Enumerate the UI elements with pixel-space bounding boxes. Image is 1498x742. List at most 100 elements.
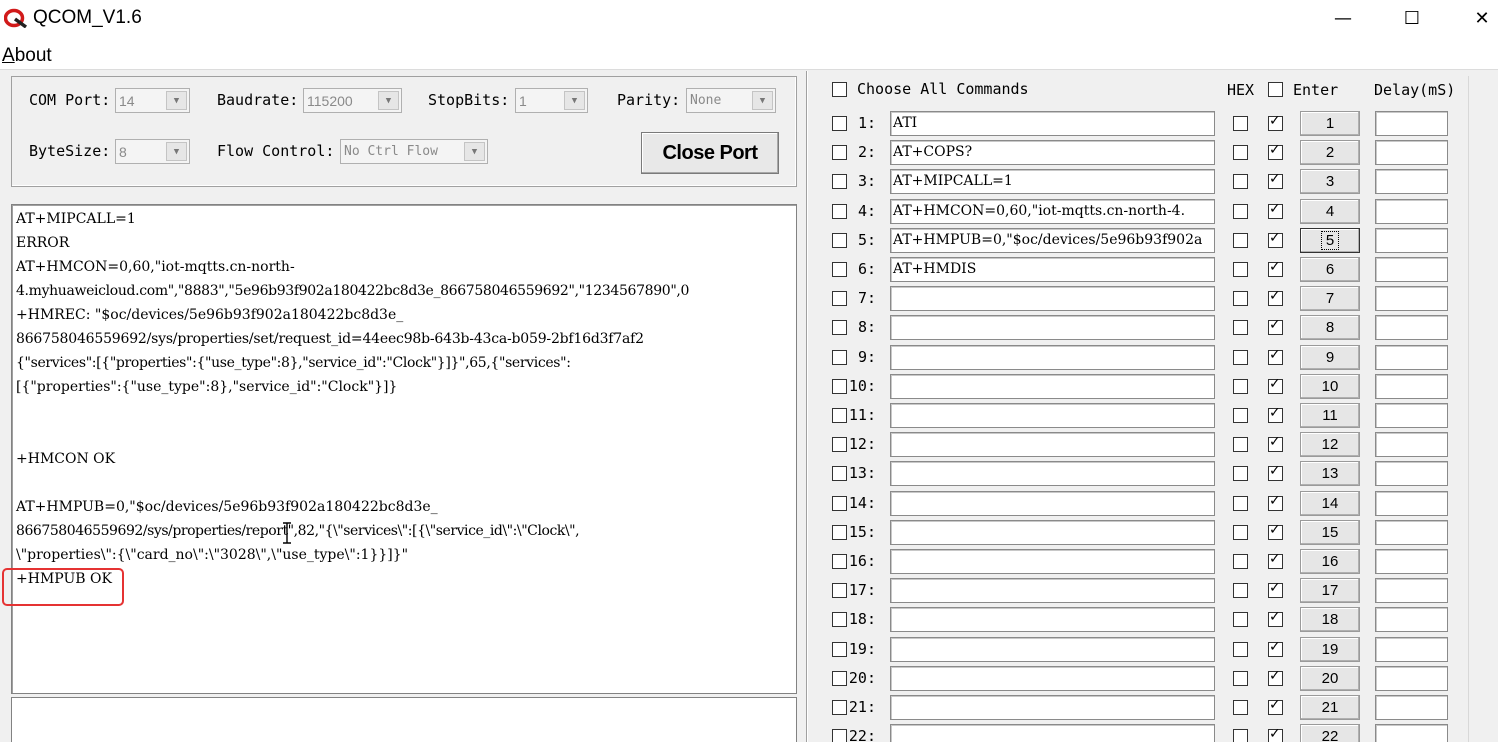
send-command-button[interactable]: 16 [1300, 549, 1360, 574]
delay-input[interactable] [1375, 374, 1448, 399]
command-text-input[interactable] [890, 432, 1215, 457]
delay-input[interactable] [1375, 724, 1448, 742]
send-command-button[interactable]: 10 [1300, 374, 1360, 399]
enter-checkbox[interactable] [1268, 580, 1283, 598]
send-command-button[interactable]: 8 [1300, 315, 1360, 340]
send-command-button[interactable]: 12 [1300, 432, 1360, 457]
command-text-input[interactable] [890, 637, 1215, 662]
delay-input[interactable] [1375, 491, 1448, 516]
command-text-input[interactable] [890, 724, 1215, 742]
send-command-button[interactable]: 2 [1300, 140, 1360, 165]
command-text-input[interactable] [890, 607, 1215, 632]
hex-checkbox[interactable] [1233, 642, 1248, 657]
enter-checkbox[interactable] [1268, 493, 1283, 511]
stopbits-select[interactable]: 1 ▼ [515, 88, 588, 113]
delay-input[interactable] [1375, 315, 1448, 340]
hex-checkbox[interactable] [1233, 525, 1248, 540]
minimize-button[interactable]: — [1320, 0, 1366, 36]
enter-checkbox[interactable] [1268, 405, 1283, 423]
command-text-input[interactable]: AT+HMCON=0,60,"iot-mqtts.cn-north-4. [890, 199, 1215, 224]
enter-all-checkbox[interactable] [1268, 82, 1283, 97]
delay-input[interactable] [1375, 345, 1448, 370]
hex-checkbox[interactable] [1233, 437, 1248, 452]
delay-input[interactable] [1375, 432, 1448, 457]
choose-all-checkbox[interactable] [832, 82, 847, 97]
hex-checkbox[interactable] [1233, 466, 1248, 481]
enter-checkbox[interactable] [1268, 668, 1283, 686]
send-command-button[interactable]: 21 [1300, 695, 1360, 720]
command-text-input[interactable]: AT+COPS? [890, 140, 1215, 165]
send-command-button[interactable]: 19 [1300, 637, 1360, 662]
command-text-input[interactable] [890, 549, 1215, 574]
enter-checkbox[interactable] [1268, 609, 1283, 627]
command-text-input[interactable] [890, 286, 1215, 311]
enter-checkbox[interactable] [1268, 639, 1283, 657]
command-text-input[interactable]: AT+MIPCALL=1 [890, 169, 1215, 194]
com-port-select[interactable]: 14 ▼ [115, 88, 190, 113]
close-window-button[interactable]: ✕ [1459, 0, 1498, 36]
enter-checkbox[interactable] [1268, 230, 1283, 248]
hex-checkbox[interactable] [1233, 554, 1248, 569]
command-text-input[interactable]: ATI [890, 111, 1215, 136]
send-command-button[interactable]: 20 [1300, 666, 1360, 691]
command-text-input[interactable] [890, 403, 1215, 428]
hex-checkbox[interactable] [1233, 233, 1248, 248]
delay-input[interactable] [1375, 140, 1448, 165]
enter-checkbox[interactable] [1268, 697, 1283, 715]
enter-checkbox[interactable] [1268, 347, 1283, 365]
hex-checkbox[interactable] [1233, 496, 1248, 511]
send-command-button[interactable]: 18 [1300, 607, 1360, 632]
delay-input[interactable] [1375, 199, 1448, 224]
hex-checkbox[interactable] [1233, 174, 1248, 189]
hex-checkbox[interactable] [1233, 116, 1248, 131]
command-text-input[interactable] [890, 666, 1215, 691]
send-command-button[interactable]: 9 [1300, 345, 1360, 370]
command-text-input[interactable] [890, 491, 1215, 516]
enter-checkbox[interactable] [1268, 522, 1283, 540]
bytesize-select[interactable]: 8 ▼ [115, 139, 190, 164]
hex-checkbox[interactable] [1233, 291, 1248, 306]
hex-checkbox[interactable] [1233, 204, 1248, 219]
send-command-button[interactable]: 13 [1300, 461, 1360, 486]
command-text-input[interactable] [890, 461, 1215, 486]
send-command-button[interactable]: 7 [1300, 286, 1360, 311]
menu-about[interactable]: About [2, 45, 52, 67]
enter-checkbox[interactable] [1268, 317, 1283, 335]
maximize-button[interactable]: ☐ [1389, 0, 1435, 36]
command-text-input[interactable] [890, 578, 1215, 603]
send-command-button[interactable]: 11 [1300, 403, 1360, 428]
send-command-button[interactable]: 17 [1300, 578, 1360, 603]
command-text-input[interactable] [890, 695, 1215, 720]
command-text-input[interactable]: AT+HMDIS [890, 257, 1215, 282]
command-text-input[interactable] [890, 374, 1215, 399]
hex-checkbox[interactable] [1233, 671, 1248, 686]
baudrate-select[interactable]: 115200 ▼ [303, 88, 402, 113]
enter-checkbox[interactable] [1268, 171, 1283, 189]
send-command-button[interactable]: 22 [1300, 724, 1360, 742]
send-command-button[interactable]: 15 [1300, 520, 1360, 545]
enter-checkbox[interactable] [1268, 259, 1283, 277]
hex-checkbox[interactable] [1233, 729, 1248, 742]
delay-input[interactable] [1375, 461, 1448, 486]
enter-checkbox[interactable] [1268, 726, 1283, 742]
delay-input[interactable] [1375, 549, 1448, 574]
send-command-button[interactable]: 5 [1300, 228, 1360, 253]
hex-checkbox[interactable] [1233, 379, 1248, 394]
enter-checkbox[interactable] [1268, 434, 1283, 452]
enter-checkbox[interactable] [1268, 142, 1283, 160]
send-command-button[interactable]: 4 [1300, 199, 1360, 224]
enter-checkbox[interactable] [1268, 463, 1283, 481]
close-port-button[interactable]: Close Port [641, 132, 779, 174]
delay-input[interactable] [1375, 111, 1448, 136]
delay-input[interactable] [1375, 286, 1448, 311]
receive-console[interactable]: AT+MIPCALL=1 ERROR AT+HMCON=0,60,"iot-mq… [11, 204, 797, 694]
delay-input[interactable] [1375, 578, 1448, 603]
send-command-button[interactable]: 6 [1300, 257, 1360, 282]
send-input[interactable] [11, 697, 797, 742]
delay-input[interactable] [1375, 520, 1448, 545]
hex-checkbox[interactable] [1233, 408, 1248, 423]
delay-input[interactable] [1375, 637, 1448, 662]
delay-input[interactable] [1375, 228, 1448, 253]
flow-control-select[interactable]: No Ctrl Flow ▼ [340, 139, 488, 164]
delay-input[interactable] [1375, 403, 1448, 428]
